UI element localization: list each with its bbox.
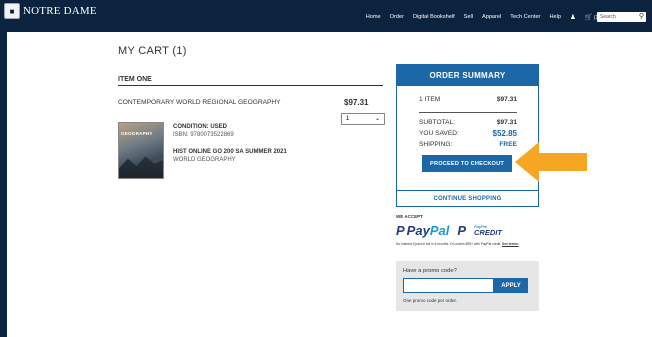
item-course-subtitle: WORLD GEOGRAPHY [173,157,236,163]
highlight-arrow-icon [515,142,587,182]
summary-subtotal-row: SUBTOTAL: $97.31 [419,119,517,126]
page-title: MY CART (1) [118,45,187,57]
main-nav: Home Order Digital Bookshelf Sell Appare… [357,13,600,21]
book-cover-image[interactable]: GEOGRAPHY [118,122,164,179]
search-input[interactable]: Search ⚲ [597,12,646,22]
site-logo[interactable]: ■ NOTRE DAME [4,3,97,19]
paypal-p-icon: P [396,223,405,238]
paypal-credit-p-icon: P [457,223,466,238]
nav-digital-bookshelf[interactable]: Digital Bookshelf [413,14,455,20]
nav-apparel[interactable]: Apparel [482,14,501,20]
nav-sell[interactable]: Sell [464,14,473,20]
chevron-down-icon: ⌄ [374,116,380,122]
promo-code-input[interactable] [403,278,494,293]
search-placeholder: Search [600,14,616,20]
continue-shopping-button[interactable]: CONTINUE SHOPPING [396,190,539,207]
book-cover-art [119,156,163,178]
nav-home[interactable]: Home [366,14,381,20]
item-price: $97.31 [344,98,369,107]
promo-note: One promo code per order. [403,298,458,303]
promo-label: Have a promo code? [403,268,457,274]
nav-order[interactable]: Order [390,14,404,20]
user-icon[interactable]: ♟ [570,13,576,21]
nav-tech-center[interactable]: Tech Center [510,14,540,20]
payment-logos: P PayPal P PayPal CREDIT [396,223,502,238]
paypal-credit-logo: PayPal CREDIT [474,223,502,237]
item-condition: CONDITION: USED [173,124,227,130]
book-cover-title: GEOGRAPHY [121,131,153,136]
summary-saved-row: YOU SAVED: $52.85 [419,129,517,138]
we-accept-label: WE ACCEPT [396,214,423,219]
summary-items-label: 1 ITEM [419,96,441,103]
subtotal-value: $97.31 [496,119,517,126]
item-course: HIST ONLINE GO 200 SA SUMMER 2021 [173,149,287,155]
summary-items-row: 1 ITEM $97.31 [419,96,517,103]
promo-code-panel: Have a promo code? APPLY One promo code … [396,261,539,311]
nav-help[interactable]: Help [549,14,561,20]
item-title: CONTEMPORARY WORLD REGIONAL GEOGRAPHY [118,99,281,106]
proceed-to-checkout-button[interactable]: PROCEED TO CHECKOUT [422,155,512,172]
cart-page: MY CART (1) ITEM ONE CONTEMPORARY WORLD … [7,32,652,337]
logo-seal-icon: ■ [4,3,20,19]
summary-divider [419,112,517,113]
saved-label: YOU SAVED: [419,130,459,137]
paypal-logo: PayPal [406,223,450,238]
subtotal-label: SUBTOTAL: [419,119,456,126]
paypal-credit-fineprint: No interest if paid in full in 6 months.… [396,242,519,246]
summary-shipping-row: SHIPPING: FREE [419,141,517,148]
quantity-value: 1 [346,116,350,122]
see-terms-link[interactable]: See terms. [502,242,519,246]
saved-value: $52.85 [492,129,517,138]
logo-text: NOTRE DAME [23,5,97,17]
search-icon[interactable]: ⚲ [639,12,644,20]
top-navigation-bar: ■ NOTRE DAME Home Order Digital Bookshel… [0,0,652,32]
order-summary-heading: ORDER SUMMARY [397,65,538,86]
apply-promo-button[interactable]: APPLY [494,278,528,293]
item-isbn: ISBN: 9780073522869 [173,132,234,138]
quantity-select[interactable]: 1 ⌄ [341,113,385,125]
shipping-label: SHIPPING: [419,141,453,148]
summary-items-value: $97.31 [496,96,517,103]
item-heading: ITEM ONE [118,76,383,86]
